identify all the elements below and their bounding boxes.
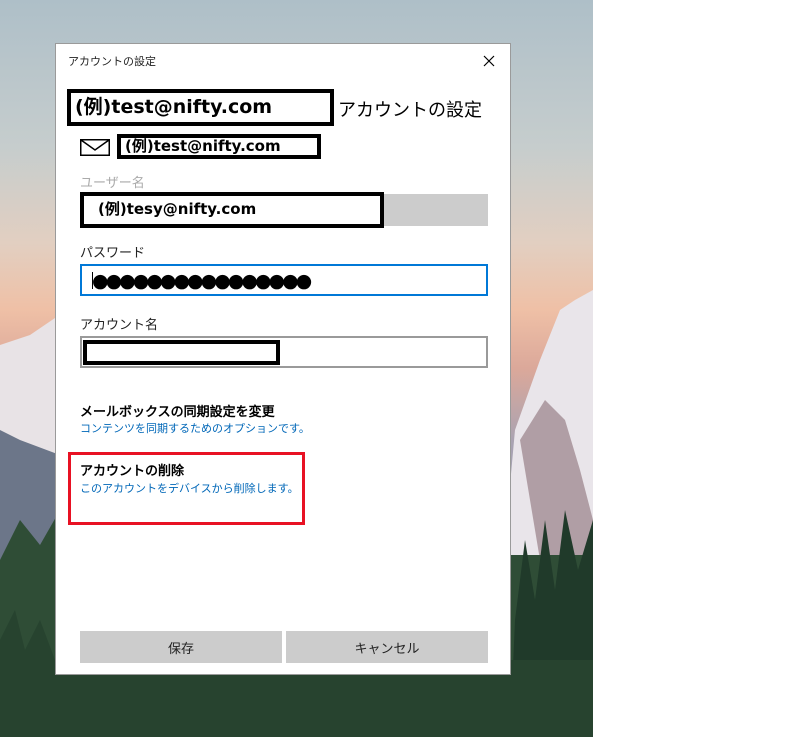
sync-settings-description: コンテンツを同期するためのオプションです。: [80, 422, 310, 435]
password-label: パスワード: [80, 246, 146, 261]
delete-account-link[interactable]: アカウントの削除: [80, 460, 184, 479]
sync-settings-link[interactable]: メールボックスの同期設定を変更: [80, 401, 275, 420]
mail-icon: [80, 139, 110, 156]
close-icon: [483, 55, 495, 67]
account-name-redaction: [83, 340, 280, 365]
email-address: (例)test@nifty.com: [117, 134, 321, 159]
delete-account-description: このアカウントをデバイスから削除します。: [80, 482, 299, 495]
username-value: (例)tesy@nifty.com: [80, 192, 384, 228]
heading-email: (例)test@nifty.com: [67, 89, 334, 126]
heading-title: アカウントの設定: [338, 100, 482, 121]
password-field[interactable]: ●●●●●●●●●●●●●●●●: [80, 264, 488, 296]
password-value: ●●●●●●●●●●●●●●●●: [92, 270, 312, 292]
username-label: ユーザー名: [80, 176, 145, 191]
close-button[interactable]: [476, 50, 502, 72]
account-name-field[interactable]: [80, 336, 488, 368]
account-name-label: アカウント名: [80, 318, 159, 333]
account-settings-dialog: アカウントの設定 (例)test@nifty.com アカウントの設定 (例)t…: [55, 43, 511, 675]
save-button[interactable]: 保存: [80, 631, 282, 663]
dialog-title: アカウントの設定: [68, 55, 156, 68]
cancel-button[interactable]: キャンセル: [286, 631, 488, 663]
